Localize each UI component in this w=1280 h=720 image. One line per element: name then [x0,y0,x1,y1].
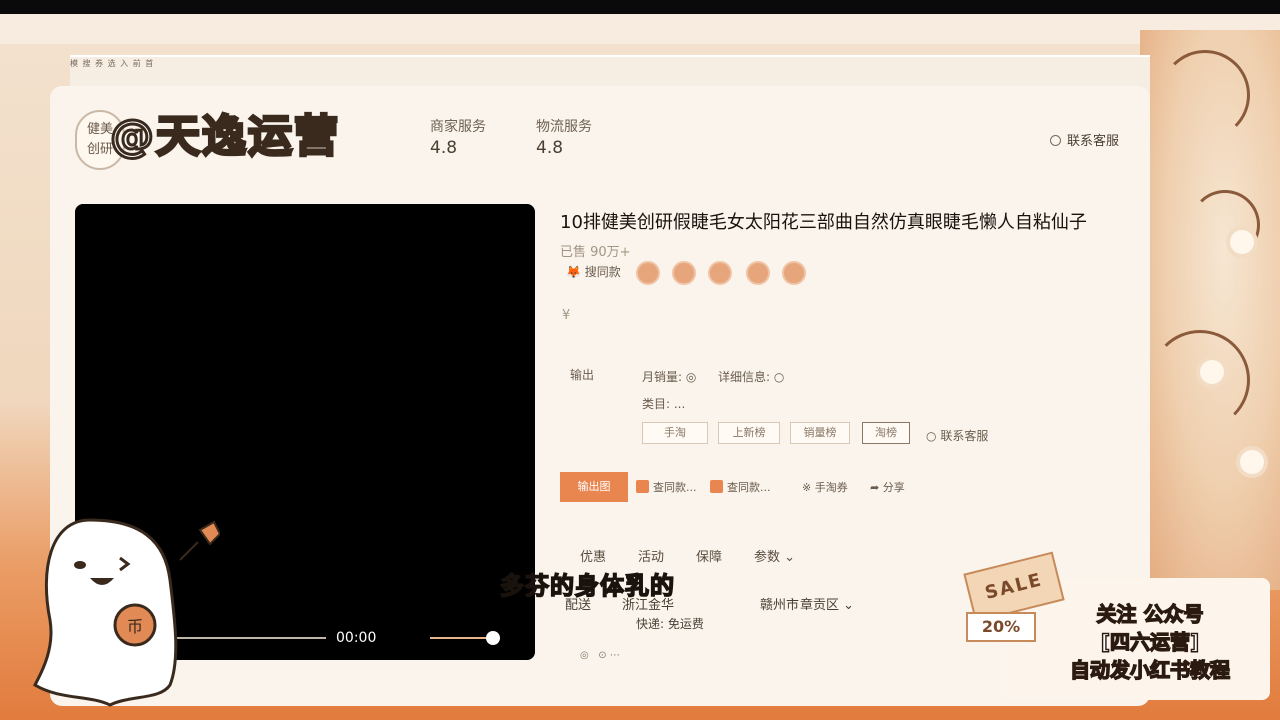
top-black-bar [0,0,1280,14]
chevron-down-icon: ⌄ [843,598,855,613]
taobao-button[interactable]: 手淘 [642,422,708,444]
video-time: 00:00 [336,630,377,646]
shipping-city-select[interactable]: 赣州市 [760,594,799,613]
tab-params[interactable]: 参数 ⌄ [754,546,795,565]
metric-label-service: 商家服务 [430,119,486,135]
sold-count: 已售 90万+ [560,245,631,260]
metric-value-service: 4.8 [430,138,458,158]
detail-info[interactable]: 详细信息: ○ [718,368,784,385]
tab-discount[interactable]: 优惠 [580,546,606,565]
coupon-button[interactable]: ※ 手淘券 [802,479,848,495]
service-badge-2[interactable] [672,261,696,285]
service-badge-5[interactable] [782,261,806,285]
service-badge-1[interactable] [636,261,660,285]
tab-guarantee[interactable]: 保障 [696,546,722,565]
delivery-fee: 快递: 免运费 [636,617,704,631]
volume-knob[interactable] [486,631,500,645]
promo-line-1: 关注 公众号 [1096,601,1204,626]
tab-activity[interactable]: 活动 [638,546,664,565]
service-badge-4[interactable] [746,261,770,285]
ghost-mascot: 币 [33,518,220,707]
output-image-button[interactable]: 输出图 [560,472,628,502]
shipping-district-select[interactable]: 章贡区 ⌄ [800,594,854,613]
svg-text:币: 币 [127,617,143,636]
chevron-down-icon: ⌄ [784,550,796,565]
find-same-button-2[interactable]: 查同款... [710,479,771,495]
share-button[interactable]: ➦ 分享 [870,479,905,495]
floral-decoration [1140,30,1280,590]
rank-button[interactable]: 淘榜 [862,422,910,444]
contact-service-link[interactable]: 联系客服 [1050,130,1119,149]
seller-label: 输出 [570,368,595,382]
same-style-badge[interactable]: 🦊 搜同款 [566,263,621,280]
watermark-text: @天逸运营 [109,110,340,164]
find-same-button-1[interactable]: 查同款... [636,479,697,495]
service-badge-3[interactable] [708,261,732,285]
browser-tab-strip[interactable]: 模 搜 券 选 入 前 首 [70,58,154,76]
video-subtitle: 多芬的身体乳的 [499,571,675,601]
monthly-sales: 月销量: ◎ [642,370,697,384]
image-icon [710,480,723,493]
discount-tag: 20% [966,612,1036,642]
metric-value-logistics: 4.8 [536,138,564,158]
promo-line-3: 自动发小红书教程 [1069,657,1230,682]
more-info-row: ◎ ⊙ ⋯ [580,650,620,661]
video-volume-slider[interactable] [430,637,492,639]
ticket-icon: ※ [802,481,812,494]
contact-service-inline[interactable]: ○ 联系客服 [926,427,988,444]
share-icon: ➦ [870,481,880,494]
category: 类目: ... [642,397,686,411]
chat-icon [1050,135,1061,146]
product-title: 10排健美创研假睫毛女太阳花三部曲自然仿真眼睫毛懒人自粘仙子 [560,212,1087,233]
sales-list-button[interactable]: 销量榜 [790,422,850,444]
chat-icon: ○ [926,429,937,443]
price: ¥ [562,308,571,323]
search-icon: ○ [773,370,785,384]
new-list-button[interactable]: 上新榜 [718,422,780,444]
background-top-band [0,14,1280,44]
metric-label-logistics: 物流服务 [536,119,592,135]
fox-icon: 🦊 [566,265,581,279]
image-icon [636,480,649,493]
promo-line-2: [四六运营] [1100,629,1200,654]
